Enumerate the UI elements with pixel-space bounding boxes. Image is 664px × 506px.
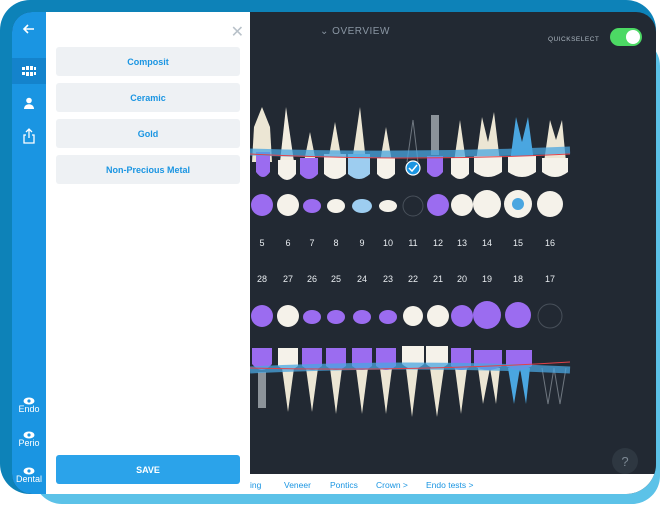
tab-filling[interactable]: ing — [250, 480, 261, 490]
option-composit[interactable]: Composit — [56, 47, 240, 76]
option-gold[interactable]: Gold — [56, 119, 240, 148]
tooth-number[interactable]: 28 — [252, 274, 272, 284]
tooth-number[interactable]: 27 — [278, 274, 298, 284]
tab-veneer[interactable]: Veneer — [284, 480, 311, 490]
teeth-chart-icon[interactable] — [12, 58, 46, 84]
upper-tooth-13[interactable] — [451, 120, 469, 179]
tooth-number[interactable]: 17 — [540, 274, 560, 284]
tooth-number[interactable]: 5 — [252, 238, 272, 248]
option-non-precious-metal[interactable]: Non-Precious Metal — [56, 155, 240, 184]
tooth-number[interactable]: 25 — [326, 274, 346, 284]
tab-crown[interactable]: Crown > — [376, 480, 408, 490]
dental-label[interactable]: Dental — [12, 474, 46, 484]
tooth-number[interactable]: 20 — [452, 274, 472, 284]
upper-tooth-6[interactable] — [278, 107, 296, 180]
tooth-number[interactable]: 22 — [403, 274, 423, 284]
upper-tooth-14[interactable] — [474, 112, 502, 177]
upper-tooth-15[interactable] — [508, 117, 536, 177]
tooth-number[interactable]: 6 — [278, 238, 298, 248]
tooth-number[interactable]: 19 — [477, 274, 497, 284]
help-button[interactable]: ? — [612, 448, 638, 474]
lower-occlusal-row[interactable] — [251, 301, 563, 329]
tooth-number[interactable]: 7 — [302, 238, 322, 248]
tooth-number[interactable]: 12 — [428, 238, 448, 248]
tooth-number[interactable]: 15 — [508, 238, 528, 248]
bottom-tab-bar: ing Veneer Pontics Crown > Endo tests > — [250, 474, 656, 494]
app-screen: Endo Perio Dental ✕ Composit Ceramic Gol… — [12, 12, 656, 494]
share-icon[interactable] — [12, 128, 46, 149]
endo-label[interactable]: Endo — [12, 404, 46, 414]
tooth-number[interactable]: 11 — [403, 238, 423, 248]
tab-endo-tests[interactable]: Endo tests > — [426, 480, 474, 490]
upper-tooth-9[interactable] — [348, 107, 370, 179]
tooth-number[interactable]: 8 — [326, 238, 346, 248]
material-panel: ✕ Composit Ceramic Gold Non-Precious Met… — [46, 12, 250, 494]
upper-tooth-12[interactable] — [427, 115, 443, 177]
upper-occlusal-row[interactable] — [251, 190, 563, 218]
lower-teeth-row[interactable] — [252, 346, 567, 417]
tooth-number[interactable]: 18 — [508, 274, 528, 284]
upper-tooth-11[interactable] — [405, 119, 421, 176]
perio-label[interactable]: Perio — [12, 438, 46, 448]
option-ceramic[interactable]: Ceramic — [56, 83, 240, 112]
tooth-number[interactable]: 13 — [452, 238, 472, 248]
tooth-number[interactable]: 21 — [428, 274, 448, 284]
save-button[interactable]: SAVE — [56, 455, 240, 484]
tooth-number[interactable]: 9 — [352, 238, 372, 248]
tab-pontics[interactable]: Pontics — [330, 480, 358, 490]
tooth-number[interactable]: 26 — [302, 274, 322, 284]
tablet-frame: Endo Perio Dental ✕ Composit Ceramic Gol… — [0, 0, 656, 494]
tooth-number[interactable]: 24 — [352, 274, 372, 284]
tooth-number[interactable]: 10 — [378, 238, 398, 248]
upper-perio-band — [250, 146, 571, 158]
tooth-number[interactable]: 14 — [477, 238, 497, 248]
user-icon[interactable] — [12, 96, 46, 114]
left-rail: Endo Perio Dental — [12, 12, 46, 494]
tooth-number[interactable]: 16 — [540, 238, 560, 248]
upper-tooth-5[interactable] — [252, 107, 272, 177]
arrow-left-icon[interactable] — [12, 22, 46, 41]
tooth-number[interactable]: 23 — [378, 274, 398, 284]
tooth-chart-area: ⌄ OVERVIEW QUICKSELECT 5 6 7 8 9 10 11 1… — [250, 12, 656, 494]
close-icon[interactable]: ✕ — [231, 22, 244, 42]
